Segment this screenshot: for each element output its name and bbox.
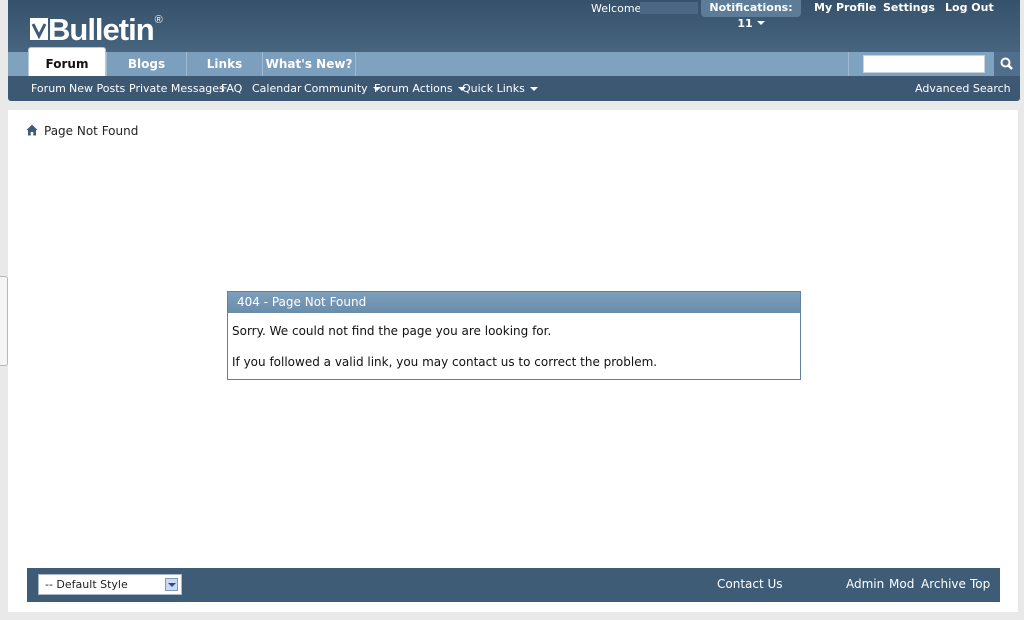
nav-quick-links-menu[interactable]: Quick Links [462,76,538,101]
nav-new-posts[interactable]: New Posts [69,76,125,101]
style-select[interactable]: -- Default Style [38,574,182,595]
nav-faq[interactable]: FAQ [221,76,242,101]
registered-mark: ® [154,14,163,26]
chevron-down-icon[interactable] [165,578,178,591]
tab-links[interactable]: Links [186,52,262,76]
nav-forum[interactable]: Forum [31,76,66,101]
advanced-search-link[interactable]: Advanced Search [915,76,1011,101]
style-select-value: -- Default Style [45,578,128,591]
archive-link[interactable]: Archive [921,568,966,602]
vbulletin-logo[interactable]: Bulletin® [30,2,163,47]
chevron-down-icon [756,21,765,25]
error-help-text: If you followed a valid link, you may co… [232,355,658,369]
search-input[interactable] [863,55,985,73]
nav-bar: Forum New Posts Private Messages FAQ Cal… [8,76,1020,101]
nav-community-label: Community [304,82,368,95]
log-out-link[interactable]: Log Out [945,0,994,17]
error-panel: 404 - Page Not Found Sorry. We could not… [227,291,801,380]
welcome-text: Welcome, [591,2,645,15]
tab-blogs[interactable]: Blogs [106,52,186,76]
home-icon[interactable] [26,124,38,136]
main-content: Page Not Found 404 - Page Not Found Sorr… [8,110,1018,612]
nav-forum-actions-menu[interactable]: Forum Actions [374,76,466,101]
footer-bar: -- Default Style Contact Us Admin Mod Ar… [27,568,1000,602]
settings-link[interactable]: Settings [883,0,935,17]
mod-link[interactable]: Mod [889,568,914,602]
error-panel-title: 404 - Page Not Found [228,292,800,313]
nav-calendar[interactable]: Calendar [252,76,301,101]
side-panel-handle[interactable] [0,276,8,366]
nav-community-menu[interactable]: Community [304,76,381,101]
my-profile-link[interactable]: My Profile [814,0,876,17]
tab-bar: Forum Blogs Links What's New? [8,47,1020,76]
tab-whats-new[interactable]: What's New? [262,52,356,76]
error-message: Sorry. We could not find the page you ar… [232,324,552,338]
nav-quick-links-label: Quick Links [462,82,525,95]
nav-forum-actions-label: Forum Actions [374,82,453,95]
notifications-button[interactable]: Notifications: 11 [701,0,801,30]
breadcrumb-label: Page Not Found [44,124,139,138]
nav-private-messages[interactable]: Private Messages [129,76,225,101]
search-icon [1000,57,1013,70]
search-button[interactable] [994,52,1020,76]
top-link[interactable]: Top [970,568,990,602]
username-redacted [640,2,698,14]
logo-text: Bulletin [48,12,155,47]
contact-us-link[interactable]: Contact Us [717,568,783,602]
breadcrumb: Page Not Found [26,123,138,139]
chevron-down-icon [529,87,538,91]
v-mark-icon [30,18,48,40]
admin-link[interactable]: Admin [846,568,884,602]
search-area [848,52,995,76]
tab-forum[interactable]: Forum [28,47,106,76]
